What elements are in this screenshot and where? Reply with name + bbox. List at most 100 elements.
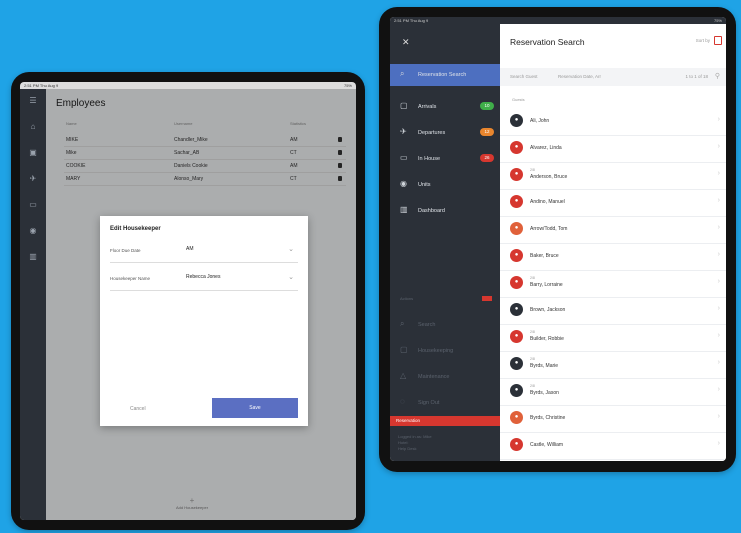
chevron-down-icon[interactable]: ⌄: [288, 245, 294, 253]
list-item[interactable]: ● 2/8 Barry, Lorraine ›: [500, 270, 726, 298]
list-item[interactable]: ● 2/8 Builder, Robbie ›: [500, 324, 726, 352]
sort-button[interactable]: Sort by: [696, 38, 710, 43]
list-item[interactable]: ● 2/8 Anderson, Bruce ›: [500, 162, 726, 190]
chevron-right-icon: ›: [717, 251, 720, 258]
sidebar-item-housekeeping[interactable]: ▢ Housekeeping: [390, 340, 500, 362]
list-item[interactable]: ● Brown, Jackson ›: [500, 297, 726, 325]
sidebar-item-label: Units: [418, 182, 431, 188]
search-input[interactable]: Search Guest: [510, 74, 538, 79]
status-time: 2:51 PM Thu Aug 9: [394, 18, 429, 23]
unit-icon[interactable]: ◉: [28, 227, 38, 235]
sidebar-item-reservation-search[interactable]: ⌕ Reservation Search: [390, 64, 500, 86]
status-battery: 75%: [713, 18, 722, 23]
field-value: AM: [186, 246, 194, 252]
count-badge: 12: [480, 128, 494, 136]
chevron-right-icon: ›: [717, 359, 720, 366]
sidebar-footer: Logged in as: Mike Hotel: Help Desk: [398, 434, 432, 452]
edit-housekeeper-dialog: Edit Housekeeper Floor Due Date AM ⌄ Hou…: [100, 216, 308, 426]
field-label: Floor Due Date: [110, 248, 141, 253]
close-icon[interactable]: ✕: [402, 37, 410, 48]
avatar: ●: [510, 168, 523, 181]
menu-icon[interactable]: ☰: [28, 97, 38, 105]
search-icon: ⌕: [400, 69, 405, 78]
broom-icon: ▢: [400, 345, 408, 354]
home-icon[interactable]: ⌂: [28, 123, 38, 131]
sidebar-item-in-house[interactable]: ▭ In House 26: [390, 148, 500, 170]
field-value: Rebecca Jones: [186, 274, 221, 280]
footer-line[interactable]: Help Desk: [398, 446, 432, 452]
chevron-down-icon[interactable]: ⌄: [288, 273, 294, 281]
left-tablet: 2:51 PM Thu Aug 9 75% ☰ ⌂ ▣ ✈ ▭ ◉ ▥ Empl…: [11, 72, 365, 530]
guest-name: Byrds, Jason: [530, 390, 559, 396]
sidebar: ✕ ⌕ Reservation Search ▢ Arrivals 10 ✈ D…: [390, 24, 500, 461]
section-label: Actions: [400, 296, 414, 301]
sidebar-item-dashboard[interactable]: ▥ Dashboard: [390, 200, 500, 222]
sidebar-item-sign-out[interactable]: ◌ Sign Out: [390, 392, 500, 414]
status-battery: 75%: [343, 83, 352, 88]
avatar: ●: [510, 411, 523, 424]
unit-icon: ◉: [400, 179, 407, 188]
filter-select[interactable]: Reservation Date, Arr: [558, 74, 601, 79]
status-bar: 2:51 PM Thu Aug 9 75%: [20, 82, 356, 89]
sidebar-item-departures[interactable]: ✈ Departures 12: [390, 122, 500, 144]
sidebar-item-label: In House: [418, 156, 441, 162]
chevron-right-icon: ›: [717, 440, 720, 447]
list-item[interactable]: ● Andino, Manuel ›: [500, 189, 726, 217]
avatar: ●: [510, 276, 523, 289]
export-icon[interactable]: [714, 36, 722, 45]
list-item[interactable]: ● Castle, William ›: [500, 432, 726, 460]
chevron-right-icon: ›: [717, 116, 720, 123]
chevron-right-icon: ›: [717, 143, 720, 150]
guest-date: 2/8: [530, 357, 535, 361]
employees-screen: 2:51 PM Thu Aug 9 75% ☰ ⌂ ▣ ✈ ▭ ◉ ▥ Empl…: [20, 82, 356, 520]
bed-icon[interactable]: ▭: [28, 201, 38, 209]
sidebar-item-label: Departures: [418, 130, 446, 136]
sidebar-item-units[interactable]: ◉ Units: [390, 174, 500, 196]
housekeeper-name-field[interactable]: Housekeeper Name Rebecca Jones ⌄: [110, 268, 298, 291]
avatar: ●: [510, 222, 523, 235]
chart-icon[interactable]: ▥: [28, 253, 38, 261]
avatar: ●: [510, 357, 523, 370]
list-item[interactable]: ● Ali, John ›: [500, 108, 726, 136]
departure-icon: ✈: [400, 127, 407, 136]
guest-name: Anderson, Bruce: [530, 174, 568, 180]
list-item[interactable]: ● 2/8 Byrds, Marie ›: [500, 351, 726, 379]
cancel-button[interactable]: Cancel: [130, 406, 146, 412]
sidebar-item-label: Search: [418, 322, 436, 328]
sidebar-item-maintenance[interactable]: △ Maintenance: [390, 366, 500, 388]
sidebar-item-arrivals[interactable]: ▢ Arrivals 10: [390, 96, 500, 118]
floor-due-date-field[interactable]: Floor Due Date AM ⌄: [110, 240, 298, 263]
side-rail: ☰ ⌂ ▣ ✈ ▭ ◉ ▥: [20, 89, 46, 520]
list-item[interactable]: ● 2/8 Byrds, Jason ›: [500, 378, 726, 406]
chevron-right-icon: ›: [717, 170, 720, 177]
save-button[interactable]: Save: [212, 398, 298, 418]
list-item[interactable]: ● Arrow/Todd, Tom ›: [500, 216, 726, 244]
list-item[interactable]: ● Baker, Bruce ›: [500, 243, 726, 271]
avatar: ●: [510, 249, 523, 262]
sidebar-item-search[interactable]: ⌕ Search: [390, 314, 500, 336]
search-bar[interactable]: Search Guest Reservation Date, Arr 1 to …: [500, 68, 726, 86]
plane-icon[interactable]: ✈: [28, 175, 38, 183]
guest-name: Andino, Manuel: [530, 199, 565, 205]
sidebar-item-label: Arrivals: [418, 104, 437, 110]
reservation-screen: 2:51 PM Thu Aug 9 75% ✕ ⌕ Reservation Se…: [390, 17, 726, 461]
avatar: ●: [510, 330, 523, 343]
list-header: Guests: [512, 97, 525, 102]
filter-icon[interactable]: ⚲: [715, 72, 720, 80]
list-item[interactable]: ● Byrds, Christine ›: [500, 405, 726, 433]
sidebar-item-label: Sign Out: [418, 400, 440, 406]
status-time: 2:51 PM Thu Aug 9: [24, 83, 59, 88]
guest-name: Builder, Robbie: [530, 336, 564, 342]
guest-date: 2/8: [530, 384, 535, 388]
chart-icon: ▥: [400, 205, 408, 214]
list-item[interactable]: ● Alvarez, Linda ›: [500, 135, 726, 163]
reservation-bar[interactable]: Reservation: [390, 416, 500, 426]
avatar: ●: [510, 195, 523, 208]
section-flag: [482, 296, 492, 301]
bed-icon: ▭: [400, 153, 408, 162]
status-bar: 2:51 PM Thu Aug 9 75%: [390, 17, 726, 24]
calendar-icon[interactable]: ▣: [28, 149, 38, 157]
sidebar-item-label: Reservation Search: [418, 72, 467, 78]
guest-name: Castle, William: [530, 442, 564, 448]
result-count: 1 to 1 of 18: [685, 74, 708, 79]
